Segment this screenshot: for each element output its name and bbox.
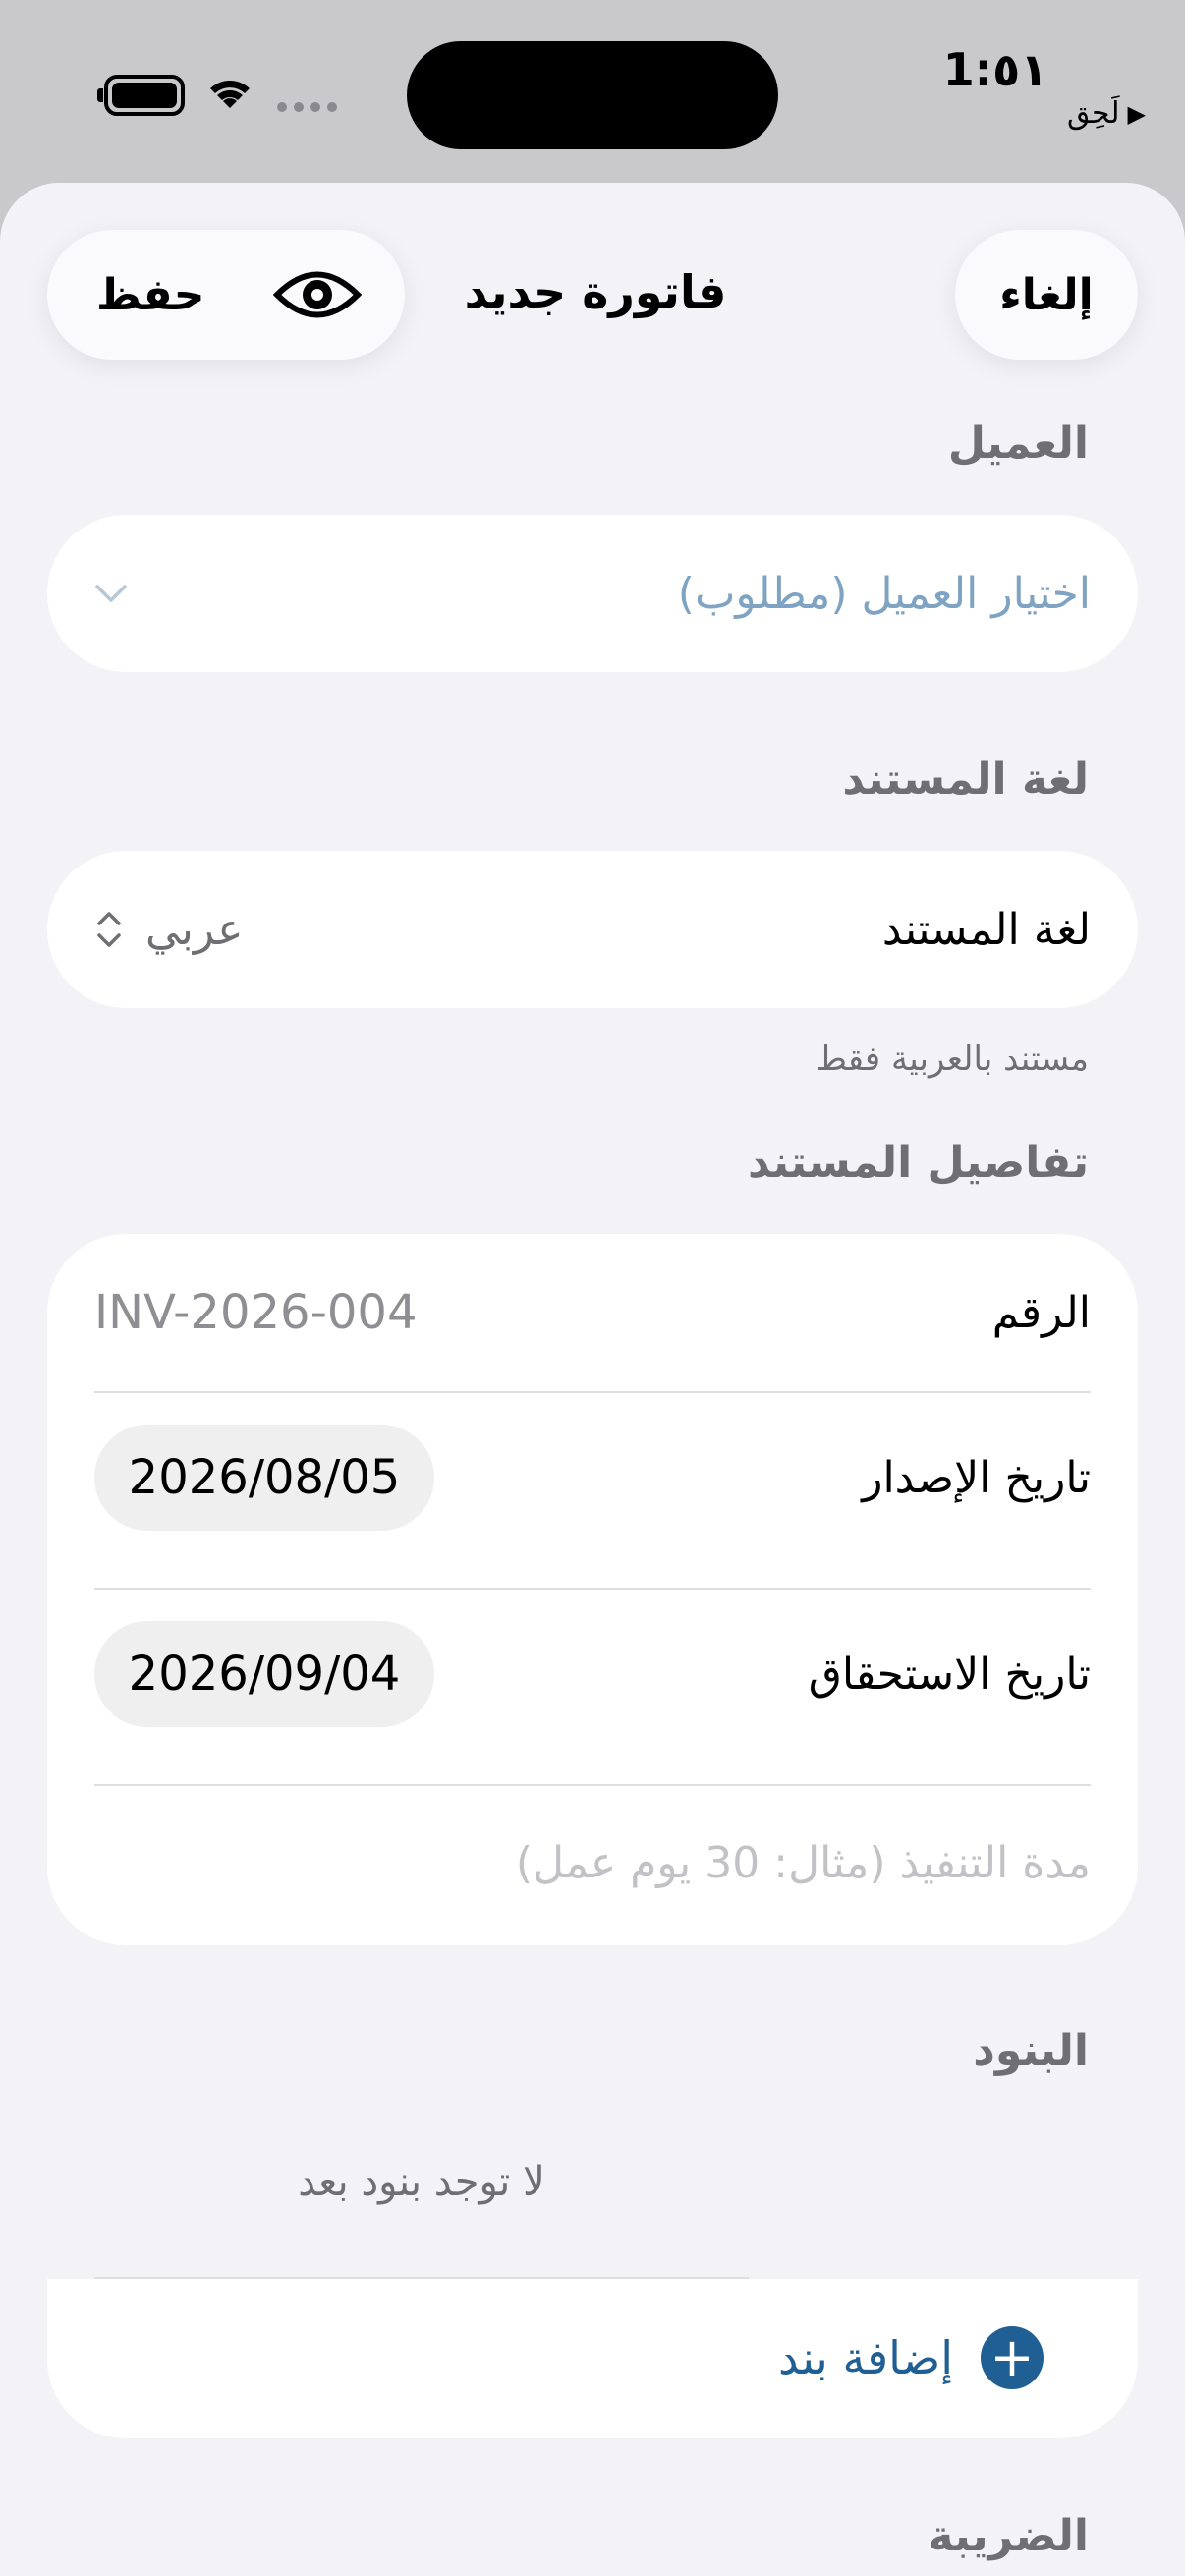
- items-empty-text: لا توجد بنود بعد: [298, 2159, 545, 2205]
- due-date-button[interactable]: 2026/09/04: [94, 1621, 434, 1727]
- language-picker[interactable]: عربي: [94, 905, 243, 955]
- invoice-number-label: الرقم: [991, 1287, 1091, 1338]
- due-date-label: تاريخ الاستحقاق: [808, 1649, 1091, 1700]
- add-item-label: إضافة بند: [778, 2331, 953, 2384]
- invoice-number-value[interactable]: INV-2026-004: [94, 1285, 418, 1340]
- chevron-down-icon: [95, 585, 127, 602]
- wifi-icon: [210, 81, 250, 108]
- back-to-app-label: لَحِق: [1067, 96, 1120, 131]
- divider: [94, 1391, 1091, 1393]
- status-bar: 1:٥١ ▶ لَحِق: [0, 0, 1185, 183]
- add-item-button[interactable]: + إضافة بند: [47, 2279, 1138, 2438]
- language-card: عربي لغة المستند: [47, 851, 1138, 1008]
- client-placeholder: اختيار العميل (مطلوب): [677, 568, 1091, 619]
- language-row-label: لغة المستند: [881, 904, 1091, 955]
- details-section-label: تفاصيل المستند: [748, 1138, 1089, 1188]
- play-triangle-icon: ▶: [1127, 99, 1146, 128]
- language-section-label: لغة المستند: [842, 755, 1089, 805]
- issue-date-button[interactable]: 2026/08/05: [94, 1425, 434, 1531]
- issue-date-row: 2026/08/05 تاريخ الإصدار: [94, 1425, 1091, 1531]
- invoice-number-row: INV-2026-004 الرقم: [94, 1273, 1091, 1352]
- client-section-label: العميل: [947, 419, 1089, 469]
- items-section-label: البنود: [973, 2026, 1089, 2076]
- details-card: INV-2026-004 الرقم 2026/08/05 تاريخ الإص…: [47, 1234, 1138, 1945]
- plus-circle-icon: +: [981, 2326, 1044, 2389]
- page-title: فاتورة جديد: [464, 265, 727, 318]
- back-to-app-link[interactable]: ▶ لَحِق: [1067, 96, 1146, 131]
- due-date-row: 2026/09/04 تاريخ الاستحقاق: [94, 1621, 1091, 1727]
- status-time: 1:٥١: [942, 43, 1048, 96]
- duration-field[interactable]: مدة التنفيذ (مثال: 30 يوم عمل): [94, 1823, 1091, 1902]
- divider: [94, 1784, 1091, 1786]
- duration-placeholder: مدة التنفيذ (مثال: 30 يوم عمل): [515, 1837, 1091, 1888]
- up-down-chevron-icon: [97, 912, 121, 947]
- issue-date-label: تاريخ الإصدار: [862, 1452, 1091, 1503]
- dynamic-island: [407, 41, 778, 149]
- eye-icon[interactable]: [273, 266, 362, 323]
- new-invoice-sheet: إلغاء فاتورة جديد حفظ العميل اختيار العم…: [0, 183, 1185, 2576]
- nav-actions: حفظ: [47, 230, 405, 360]
- language-value: عربي: [145, 904, 244, 955]
- divider: [94, 1588, 1091, 1590]
- cancel-button[interactable]: إلغاء: [955, 230, 1138, 360]
- cellular-signal-icon: [277, 102, 337, 112]
- cancel-label: إلغاء: [999, 269, 1094, 320]
- save-button[interactable]: حفظ: [96, 270, 205, 320]
- client-picker[interactable]: اختيار العميل (مطلوب): [47, 515, 1138, 672]
- battery-icon: [97, 75, 185, 116]
- tax-section-label: الضريبة: [928, 2511, 1090, 2561]
- language-footnote: مستند بالعربية فقط: [816, 1039, 1089, 1079]
